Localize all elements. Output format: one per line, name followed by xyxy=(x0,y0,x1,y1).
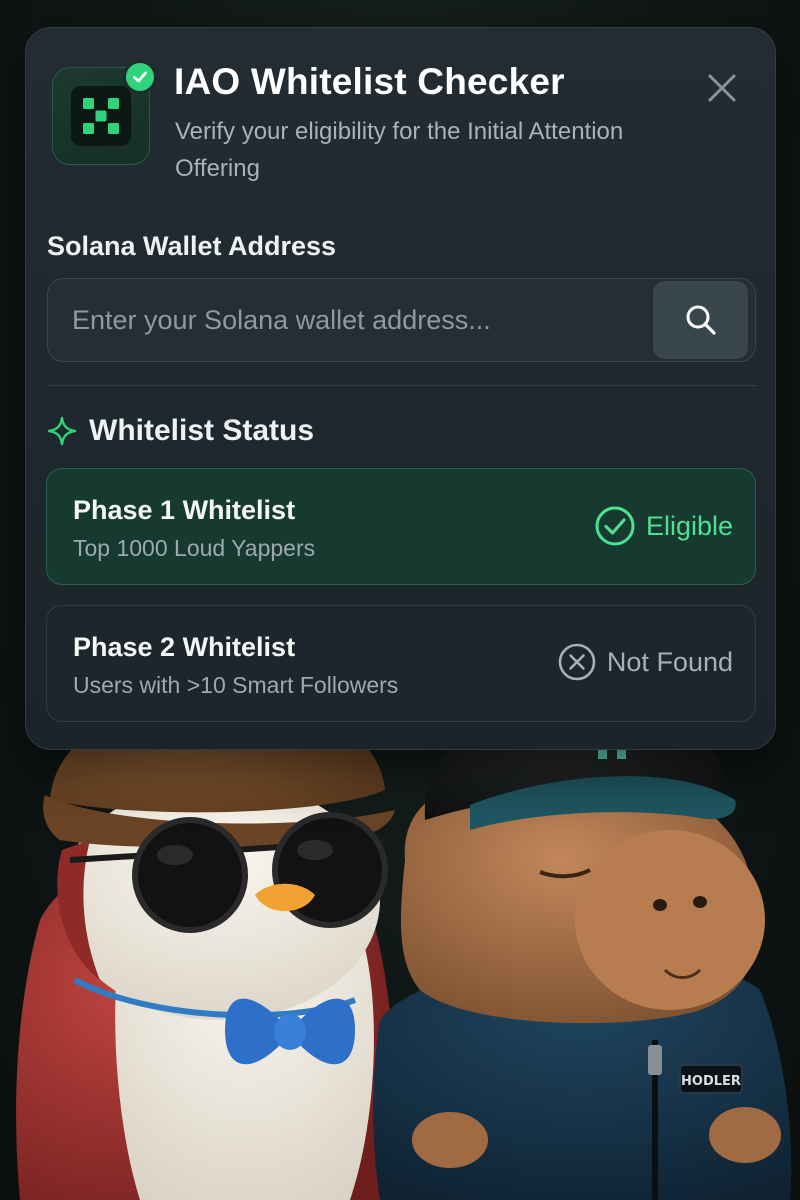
page-title: IAO Whitelist Checker xyxy=(174,61,565,102)
phase-name: Phase 2 Whitelist xyxy=(73,632,296,662)
search-button[interactable] xyxy=(653,281,748,359)
phase-description: Users with >10 Smart Followers xyxy=(73,672,399,698)
wallet-address-input[interactable] xyxy=(72,279,642,361)
phase-name: Phase 1 Whitelist xyxy=(73,495,296,525)
status-label: Not Found xyxy=(606,646,733,677)
status-badge: Eligible xyxy=(594,505,733,547)
close-icon xyxy=(708,74,736,102)
jacket-patch-text: HODLER xyxy=(681,1074,741,1089)
app-logo xyxy=(52,60,157,165)
whitelist-status-heading: Whitelist Status xyxy=(47,414,314,448)
sparkle-icon xyxy=(47,416,77,446)
status-badge: Not Found xyxy=(557,642,733,682)
phase-2-status-card: Phase 2 Whitelist Users with >10 Smart F… xyxy=(46,605,756,722)
page-subtitle: Verify your eligibility for the Initial … xyxy=(175,118,624,182)
penguin-character xyxy=(16,699,396,1200)
section-divider xyxy=(47,385,756,386)
check-circle-icon xyxy=(123,60,157,94)
close-button[interactable] xyxy=(702,68,742,108)
wallet-search-box xyxy=(47,278,756,362)
capybara-character: HODLER xyxy=(373,694,792,1200)
check-circle-icon xyxy=(595,506,635,546)
status-label: Eligible xyxy=(645,510,733,541)
whitelist-checker-card: IAO Whitelist Checker Verify your eligib… xyxy=(25,27,776,750)
wallet-address-label: Solana Wallet Address xyxy=(47,231,337,261)
section-title: Whitelist Status xyxy=(89,414,315,447)
phase-description: Top 1000 Loud Yappers xyxy=(73,535,316,561)
mascot-illustration: HODLER xyxy=(0,690,800,1200)
phase-1-status-card: Phase 1 Whitelist Top 1000 Loud Yappers … xyxy=(46,468,756,585)
search-icon xyxy=(686,305,716,335)
x-mark-logo-icon xyxy=(71,86,131,146)
x-circle-icon xyxy=(558,643,596,681)
